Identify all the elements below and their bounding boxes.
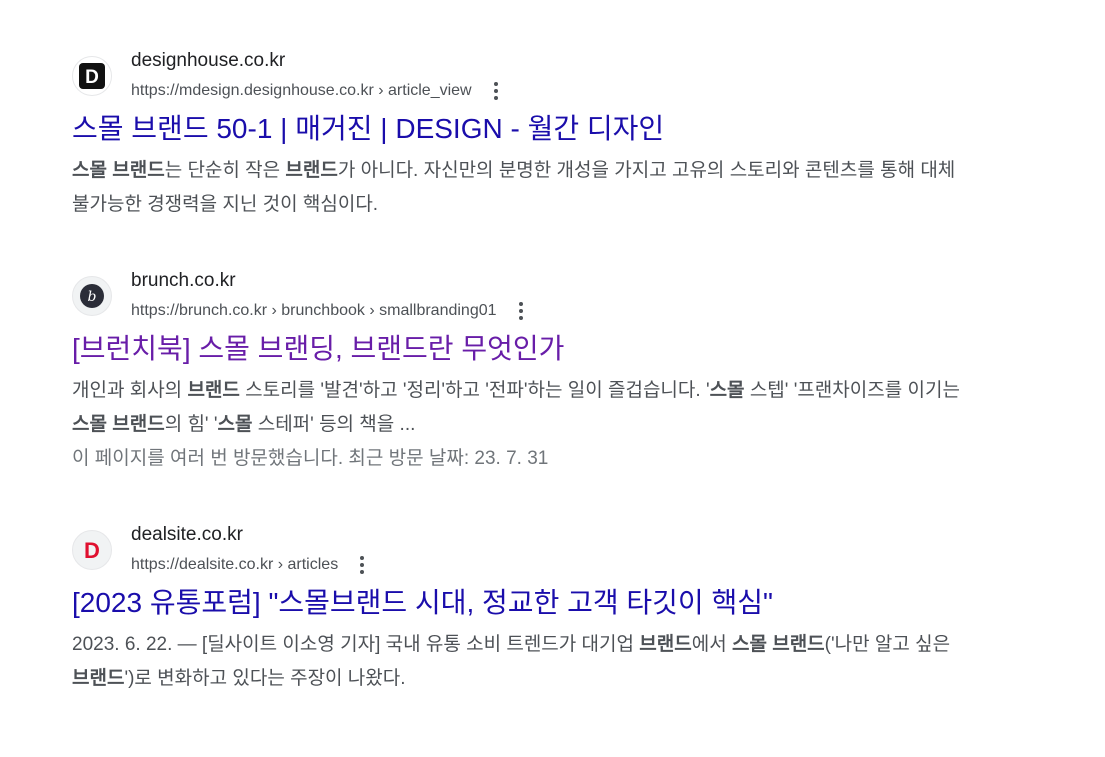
result-source[interactable]: D dealsite.co.kr https://dealsite.co.kr … [72,522,972,580]
dealsite-logo-icon: D [72,530,112,570]
site-url-row: https://brunch.co.kr › brunchbook › smal… [131,299,533,323]
favicon-letter: D [85,67,99,88]
snippet-text: 2023. 6. 22. — [딜사이트 이소영 기자] 국내 유통 소비 트렌… [72,634,640,655]
snippet-highlight: 스몰 브랜드 [72,160,165,181]
site-url-row: https://dealsite.co.kr › articles [131,553,374,577]
result-snippet: 개인과 회사의 브랜드 스토리를 '발견'하고 '정리'하고 '전파'하는 일이… [72,374,972,442]
snippet-highlight: 스몰 [709,380,745,401]
more-options-icon[interactable] [484,79,508,103]
more-options-icon[interactable] [350,553,374,577]
snippet-text: 스테퍼' 등의 책을 ... [252,414,416,435]
visit-history-note: 이 페이지를 여러 번 방문했습니다. 최근 방문 날짜: 23. 7. 31 [72,448,549,469]
snippet-text: ('나만 알고 싶은 [824,634,951,655]
site-name: brunch.co.kr [131,270,236,291]
snippet-highlight: 브랜드 [187,380,240,401]
snippet-text: 스텝' '프랜차이즈를 이기는 [744,380,960,401]
brunch-logo-icon: b [72,276,112,316]
favicon-letter: D [84,538,100,563]
snippet-highlight: 브랜드 [72,668,125,689]
result-title-link[interactable]: 스몰 브랜드 50-1 | 매거진 | DESIGN - 월간 디자인 [72,109,972,149]
snippet-text: ')로 변화하고 있다는 주장이 나왔다. [124,668,406,689]
site-name: designhouse.co.kr [131,50,286,71]
snippet-text: 에서 [691,634,732,655]
result-title-link[interactable]: [2023 유통포럼] "스몰브랜드 시대, 정교한 고객 타깃이 핵심" [72,583,972,623]
site-name: dealsite.co.kr [131,524,243,545]
search-result: b brunch.co.kr https://brunch.co.kr › br… [72,268,972,476]
snippet-text: 개인과 회사의 [72,380,188,401]
designhouse-logo-icon: D [72,56,112,96]
site-url-row: https://mdesign.designhouse.co.kr › arti… [131,79,508,103]
result-snippet: 2023. 6. 22. — [딜사이트 이소영 기자] 국내 유통 소비 트렌… [72,628,972,696]
snippet-text: 스토리를 '발견'하고 '정리'하고 '전파'하는 일이 즐겁습니다. ' [239,380,710,401]
site-url: https://mdesign.designhouse.co.kr › arti… [131,82,472,99]
search-result: D dealsite.co.kr https://dealsite.co.kr … [72,522,972,696]
site-url: https://dealsite.co.kr › articles [131,556,339,573]
snippet-text: 의 힘' ' [164,414,218,435]
search-result: D designhouse.co.kr https://mdesign.desi… [72,48,972,222]
snippet-highlight: 브랜드 [285,160,338,181]
result-snippet: 스몰 브랜드는 단순히 작은 브랜드가 아니다. 자신만의 분명한 개성을 가지… [72,154,972,222]
more-options-icon[interactable] [509,299,533,323]
snippet-highlight: 스몰 브랜드 [72,414,165,435]
favicon-letter: b [88,289,97,305]
snippet-text: 는 단순히 작은 [164,160,286,181]
snippet-highlight: 브랜드 [639,634,692,655]
result-source[interactable]: D designhouse.co.kr https://mdesign.desi… [72,48,972,106]
result-title-link[interactable]: [브런치북] 스몰 브랜딩, 브랜드란 무엇인가 [72,329,972,369]
site-url: https://brunch.co.kr › brunchbook › smal… [131,302,497,319]
snippet-highlight: 스몰 브랜드 [731,634,825,655]
result-source[interactable]: b brunch.co.kr https://brunch.co.kr › br… [72,268,972,326]
snippet-highlight: 스몰 [217,414,253,435]
